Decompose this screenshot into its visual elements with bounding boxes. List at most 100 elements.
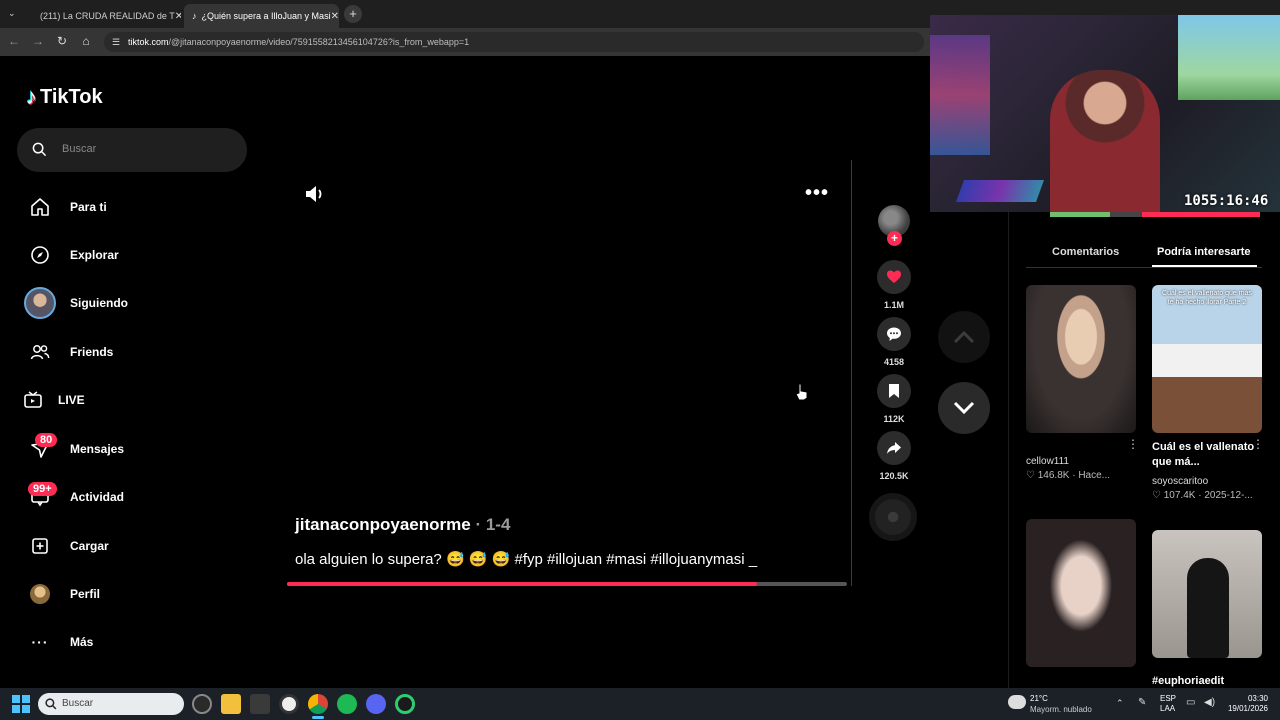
recommendation-title[interactable]: #euphoriaedit	[1152, 674, 1224, 689]
tray-chevron-icon[interactable]: ⌃	[1116, 698, 1124, 709]
tab-comentarios[interactable]: Comentarios	[1052, 246, 1119, 258]
sidebar-item-para-ti[interactable]: Para ti	[24, 191, 107, 223]
forward-icon[interactable]: →	[30, 34, 46, 48]
reload-icon[interactable]: ↻	[54, 34, 70, 48]
taskbar-app-icon[interactable]	[250, 694, 270, 714]
sidebar-item-friends[interactable]: Friends	[24, 336, 113, 368]
post-date: · 1-4	[475, 515, 511, 534]
site-info-icon[interactable]: ☰	[112, 32, 120, 52]
previous-video-button[interactable]	[938, 311, 990, 363]
sidebar-item-perfil[interactable]: Perfil	[24, 578, 100, 610]
share-button[interactable]	[877, 431, 911, 465]
recommendation-thumbnail[interactable]: Cuál es el vallenato que más te ha hecho…	[1152, 285, 1262, 433]
search-icon	[32, 142, 47, 157]
back-icon[interactable]: ←	[6, 34, 22, 48]
video-author[interactable]: jitanaconpoyaenorme · 1-4	[295, 515, 510, 535]
comment-count: 4158	[883, 357, 905, 367]
recommendation-thumbnail[interactable]	[1026, 519, 1136, 667]
recommendation-title-text: Cuál es el vallenato que má...	[1152, 441, 1255, 468]
stream-progress-bar	[1050, 212, 1260, 217]
follow-plus-icon[interactable]: +	[887, 231, 902, 246]
recommendation-menu-icon[interactable]: ⋮	[1252, 437, 1264, 451]
like-count: 1.1M	[883, 300, 904, 310]
live-icon	[22, 384, 44, 416]
windows-start-icon[interactable]	[12, 695, 30, 713]
recommendation-thumbnail[interactable]	[1152, 530, 1262, 658]
sidebar-item-label: Siguiendo	[70, 296, 128, 310]
author-name[interactable]: jitanaconpoyaenorme	[295, 515, 471, 534]
sidebar-item-label: Para ti	[70, 200, 107, 214]
sidebar-item-label: Mensajes	[70, 442, 125, 456]
home-icon	[24, 191, 56, 223]
tiktok-logo[interactable]: ♪ TikTok	[26, 84, 103, 110]
next-video-button[interactable]	[938, 382, 990, 434]
comment-icon	[887, 327, 901, 341]
sidebar-item-siguiendo[interactable]: Siguiendo	[24, 287, 128, 319]
recommendation-author[interactable]: cellow111	[1026, 456, 1069, 467]
new-tab-button[interactable]: +	[344, 5, 362, 23]
clock[interactable]: 03:30 19/01/2026	[1226, 694, 1268, 714]
close-tab-icon[interactable]: ✕	[175, 11, 181, 22]
search-icon	[45, 698, 57, 710]
like-button[interactable]	[877, 260, 911, 294]
volume-tray-icon[interactable]: ◀)	[1204, 697, 1215, 708]
recommendation-author[interactable]: soyoscaritoo	[1152, 476, 1208, 487]
stream-timer: 1055:16:46	[1184, 193, 1269, 209]
close-tab-icon[interactable]: ✕	[331, 11, 339, 22]
file-explorer-icon[interactable]	[221, 694, 241, 714]
bookmark-icon	[889, 384, 899, 398]
chevron-up-icon	[953, 330, 975, 344]
pen-icon[interactable]: ✎	[1138, 697, 1146, 708]
spotify-icon[interactable]	[337, 694, 357, 714]
recommendation-thumbnail[interactable]	[1026, 285, 1136, 433]
chrome-icon[interactable]	[308, 694, 328, 714]
browser-tab-youtube[interactable]: (211) La CRUDA REALIDAD de T ✕	[26, 4, 181, 28]
recommendation-title[interactable]: Cuál es el vallenato que má...	[1152, 440, 1257, 470]
lang-indicator[interactable]: ESP LAA	[1160, 694, 1176, 714]
avatar	[24, 287, 56, 319]
taskbar-app-icon[interactable]	[192, 694, 212, 714]
discord-icon[interactable]	[366, 694, 386, 714]
active-tab-indicator	[1152, 265, 1257, 267]
sidebar-item-mas[interactable]: ··· Más	[24, 626, 94, 658]
network-icon[interactable]: ▭	[1186, 697, 1195, 708]
volume-icon[interactable]	[304, 183, 326, 205]
tiktok-favicon-icon: ♪	[192, 11, 197, 21]
video-more-options-icon[interactable]: •••	[805, 182, 829, 205]
keyboard-lights	[955, 180, 1045, 202]
tab-podria-interesarte[interactable]: Podría interesarte	[1157, 246, 1251, 258]
share-icon	[887, 442, 901, 454]
tiktok-note-icon: ♪	[26, 84, 37, 109]
recommendation-menu-icon[interactable]: ⋮	[1127, 437, 1139, 451]
search-box[interactable]: Buscar	[17, 128, 247, 172]
lang-sub: LAA	[1160, 704, 1176, 713]
upload-icon	[24, 530, 56, 562]
lang-code: ESP	[1160, 694, 1177, 703]
logo-text: TikTok	[40, 85, 103, 108]
home-nav-icon[interactable]: ⌂	[78, 34, 94, 48]
comment-button[interactable]	[877, 317, 911, 351]
music-disc-avatar[interactable]	[869, 493, 917, 541]
sidebar-item-cargar[interactable]: Cargar	[24, 530, 109, 562]
video-progress-fill	[287, 582, 758, 586]
sidebar-item-explorar[interactable]: Explorar	[24, 239, 119, 271]
video-caption: ola alguien lo supera? 😅 😅 😅 #fyp #illoj…	[295, 551, 758, 568]
sidebar-item-live[interactable]: LIVE	[22, 384, 85, 416]
compass-icon	[24, 239, 56, 271]
save-button[interactable]	[877, 374, 911, 408]
taskbar-app-icon[interactable]	[395, 694, 415, 714]
browser-tab-tiktok[interactable]: ♪ ¿Quién supera a IlloJuan y Masi ✕	[184, 4, 339, 28]
video-progress-track[interactable]	[287, 582, 847, 586]
taskbar-search-placeholder: Buscar	[62, 698, 94, 709]
taskbar-search[interactable]: Buscar	[38, 693, 184, 715]
sidebar-item-label: LIVE	[58, 393, 85, 407]
weather-icon[interactable]	[1008, 695, 1026, 709]
recommendation-title-text: #euphoriaedit	[1152, 675, 1225, 687]
url-field[interactable]: ☰ tiktok.com/@jitanaconpoyaenorme/video/…	[104, 32, 924, 52]
recommendation-stats: ♡ 146.8K · Hace...	[1026, 470, 1111, 481]
game-screen	[1178, 15, 1280, 100]
tab-list-chevron-icon[interactable]: ⌄	[8, 8, 16, 19]
overwatch-icon[interactable]	[279, 694, 299, 714]
weather-temp[interactable]: 21°C	[1030, 694, 1048, 703]
profile-avatar	[24, 578, 56, 610]
